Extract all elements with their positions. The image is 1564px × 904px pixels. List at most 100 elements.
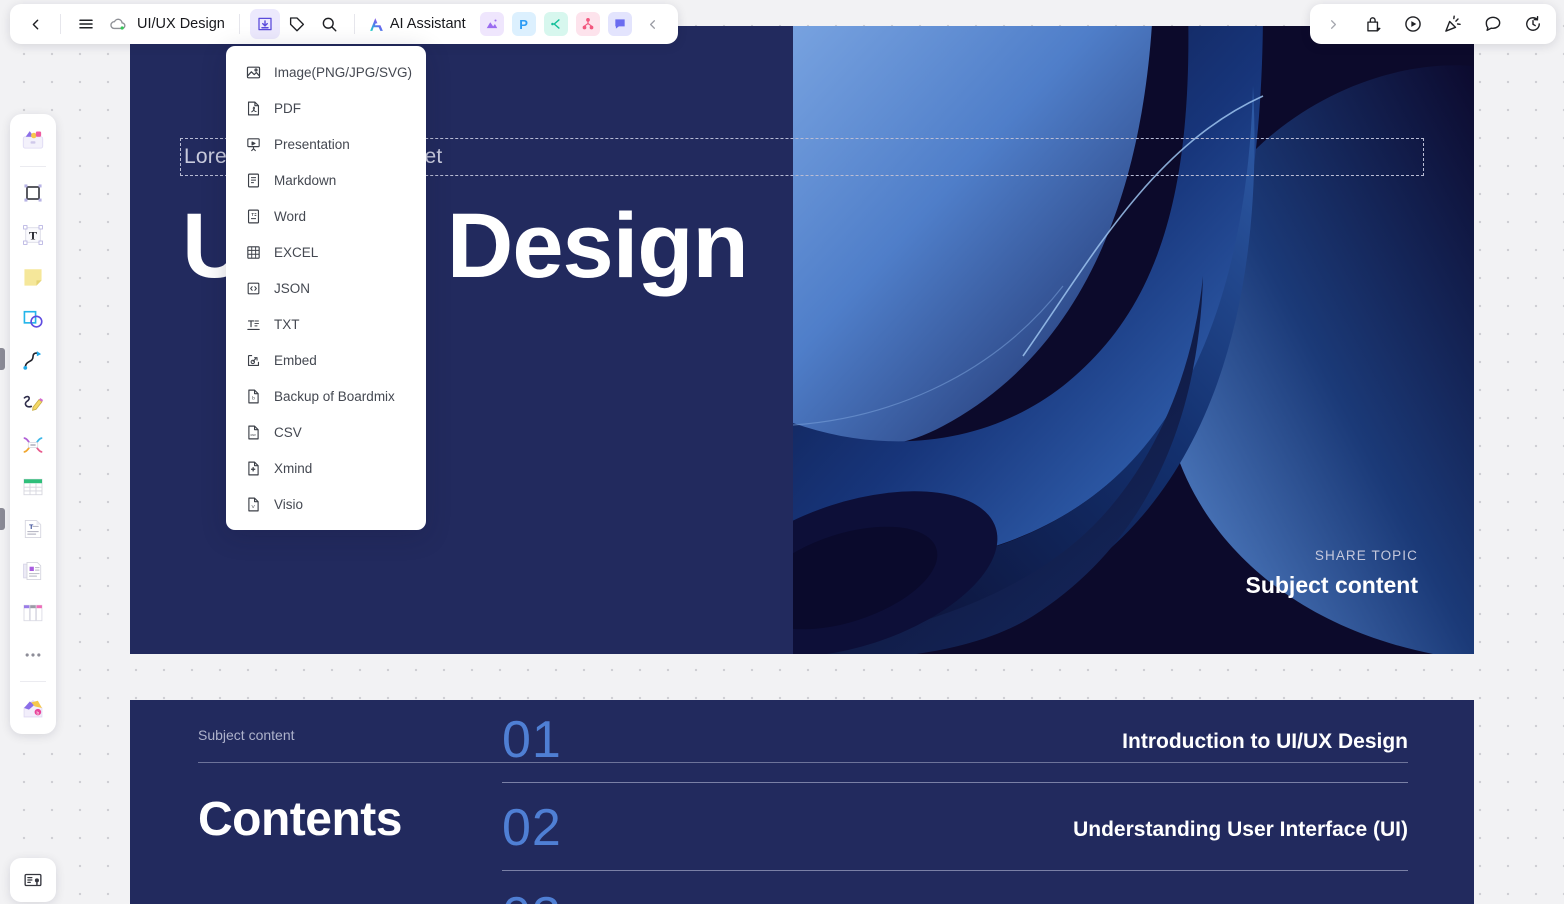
- toolbar-divider: [238, 14, 240, 34]
- doc-icon: T: [24, 520, 42, 538]
- table-icon: [23, 478, 43, 496]
- menu-item-json[interactable]: JSON: [226, 270, 426, 306]
- search-button[interactable]: [314, 9, 344, 39]
- top-right-toolbar: [1310, 4, 1556, 44]
- hamburger-menu-icon: [79, 19, 93, 29]
- toolbar-divider: [353, 14, 355, 34]
- text-button[interactable]: T: [15, 217, 51, 253]
- svg-text:csv: csv: [250, 433, 256, 437]
- menu-item-label: Backup of Boardmix: [274, 388, 395, 404]
- ai-assistant-button[interactable]: AI Assistant: [365, 15, 472, 34]
- toc-number: 03: [502, 890, 562, 904]
- toc-number: 01: [502, 711, 562, 769]
- menu-item-backup-boardmix[interactable]: b Backup of Boardmix: [226, 378, 426, 414]
- rail-divider: [20, 681, 46, 682]
- doc-button[interactable]: T: [15, 511, 51, 547]
- comment-button[interactable]: [1478, 9, 1508, 39]
- visio-file-icon: V: [244, 495, 262, 513]
- lock-note-button[interactable]: [1358, 9, 1388, 39]
- menu-item-label: Word: [274, 208, 307, 224]
- toolbar-collapse-button[interactable]: [638, 9, 668, 39]
- menu-item-label: Presentation: [274, 136, 350, 152]
- left-toolbar: T T b: [10, 114, 56, 734]
- kanban-button[interactable]: [15, 595, 51, 631]
- presentation-file-icon: [244, 135, 262, 153]
- connector-icon: [23, 351, 42, 370]
- menu-item-word[interactable]: T Word: [226, 198, 426, 234]
- left-edge-tab[interactable]: [0, 348, 5, 370]
- chevron-left-icon: [32, 19, 38, 29]
- play-presentation-button[interactable]: [1398, 9, 1428, 39]
- rail-divider: [20, 166, 46, 167]
- menu-item-label: JSON: [274, 280, 311, 296]
- svg-text:T: T: [251, 212, 254, 217]
- svg-text:T: T: [29, 229, 37, 243]
- frame-icon: [24, 184, 42, 202]
- chat-chip[interactable]: [607, 12, 632, 36]
- history-button[interactable]: [1518, 9, 1548, 39]
- image-file-icon: [244, 63, 262, 81]
- presentation-mode-icon: [24, 873, 42, 887]
- menu-item-visio[interactable]: V Visio: [226, 486, 426, 522]
- menu-item-label: TXT: [274, 316, 300, 332]
- tag-button[interactable]: [282, 9, 312, 39]
- svg-text:b: b: [37, 711, 40, 717]
- menu-item-label: Markdown: [274, 172, 337, 188]
- connector-button[interactable]: [15, 343, 51, 379]
- sticky-note-icon: [24, 269, 42, 286]
- mindmap-chip[interactable]: [543, 12, 568, 36]
- markdown-file-icon: [244, 171, 262, 189]
- mindmap-button[interactable]: [15, 427, 51, 463]
- table-button[interactable]: [15, 469, 51, 505]
- menu-item-xmind[interactable]: Xmind: [226, 450, 426, 486]
- document-title[interactable]: UI/UX Design: [135, 16, 229, 32]
- right-toolbar-expand-button[interactable]: [1318, 9, 1348, 39]
- toc-divider: [502, 870, 1408, 871]
- flowchart-icon: [582, 18, 593, 30]
- menu-item-embed[interactable]: Embed: [226, 342, 426, 378]
- celebrate-button[interactable]: [1438, 9, 1468, 39]
- export-dropdown-menu[interactable]: Image(PNG/JPG/SVG) PDF Presentation Mark…: [226, 46, 426, 530]
- sticky-note-button[interactable]: [15, 259, 51, 295]
- image-sparkle-icon: [486, 19, 497, 29]
- presentation-chip[interactable]: P: [511, 12, 536, 36]
- export-button[interactable]: [249, 9, 280, 39]
- hero-artwork: SHARE TOPIC Subject content: [793, 26, 1474, 654]
- export-download-icon: [258, 17, 272, 31]
- xmind-file-icon: [244, 459, 262, 477]
- templates-button[interactable]: [15, 122, 51, 158]
- kanban-icon: [23, 604, 43, 622]
- menu-item-excel[interactable]: EXCEL: [226, 234, 426, 270]
- more-tools-button[interactable]: [15, 637, 51, 673]
- presentation-mode-button[interactable]: [10, 858, 56, 902]
- flowchart-chip[interactable]: [575, 12, 600, 36]
- app-root: SHARE TOPIC Subject content UI/UX Design…: [0, 0, 1564, 904]
- ai-image-chip[interactable]: [479, 12, 504, 36]
- menu-item-image[interactable]: Image(PNG/JPG/SVG): [226, 54, 426, 90]
- shape-button[interactable]: [15, 301, 51, 337]
- card-button[interactable]: [15, 553, 51, 589]
- menu-item-pdf[interactable]: PDF: [226, 90, 426, 126]
- ai-assistant-label: AI Assistant: [389, 16, 466, 32]
- tag-icon: [289, 17, 304, 32]
- menu-item-csv[interactable]: csv CSV: [226, 414, 426, 450]
- hero-share-label: SHARE TOPIC: [1314, 548, 1418, 563]
- menu-item-txt[interactable]: TXT: [226, 306, 426, 342]
- left-edge-tab[interactable]: [0, 508, 5, 530]
- history-icon: [1526, 15, 1540, 31]
- text-icon: T: [23, 225, 43, 245]
- menu-item-label: PDF: [274, 100, 301, 116]
- main-menu-button[interactable]: [71, 9, 101, 39]
- pen-button[interactable]: [15, 385, 51, 421]
- menu-item-markdown[interactable]: Markdown: [226, 162, 426, 198]
- frame-button[interactable]: [15, 175, 51, 211]
- boardmix-backup-icon: b: [244, 387, 262, 405]
- menu-item-presentation[interactable]: Presentation: [226, 126, 426, 162]
- contents-slide[interactable]: Subject content Contents 01 Introduction…: [130, 700, 1474, 904]
- boardmix-apps-button[interactable]: b: [15, 690, 51, 726]
- menu-item-label: CSV: [274, 424, 302, 440]
- cloud-saved-icon: [109, 18, 125, 30]
- ai-sparkle-icon: [370, 17, 383, 31]
- contents-title: Contents: [198, 793, 402, 846]
- back-button[interactable]: [20, 9, 50, 39]
